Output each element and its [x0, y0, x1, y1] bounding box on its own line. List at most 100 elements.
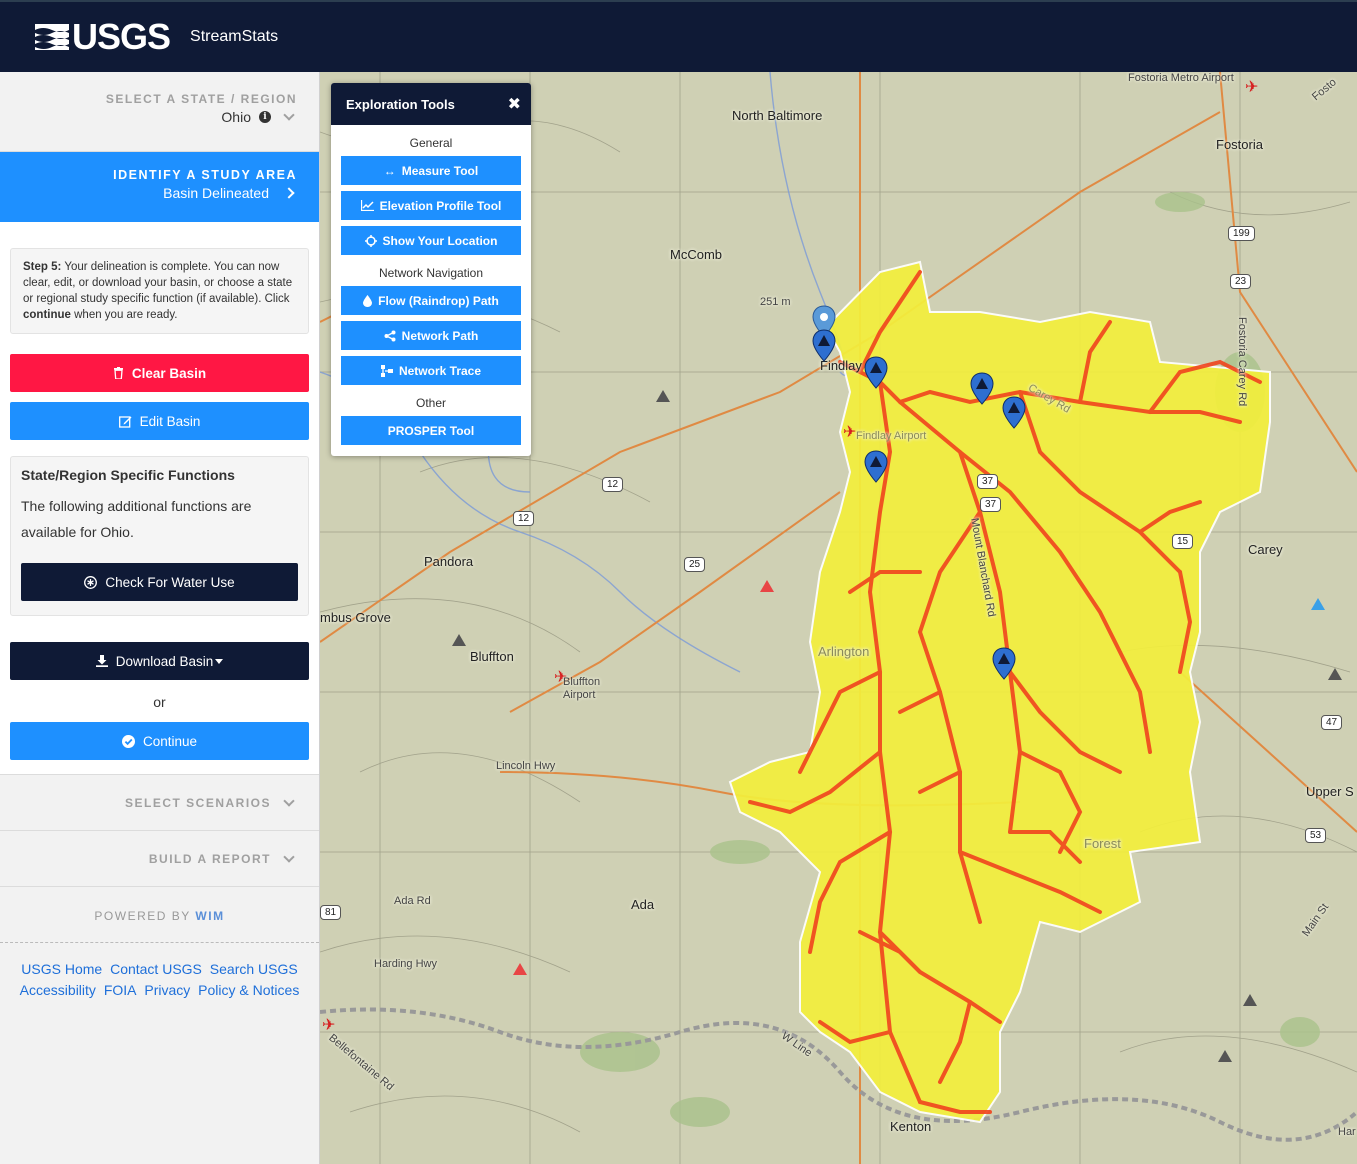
select-state-step[interactable]: SELECT A STATE / REGION Ohio i — [0, 72, 319, 152]
footer-link-search[interactable]: Search USGS — [210, 961, 298, 977]
network-trace-label: Network Trace — [398, 363, 482, 378]
usgs-wave-icon — [35, 24, 69, 50]
sitemap-icon — [380, 364, 393, 377]
sidebar: SELECT A STATE / REGION Ohio i IDENTIFY … — [0, 72, 320, 1164]
map-label-kenton: Kenton — [890, 1119, 932, 1134]
map-label-carey: Carey — [1248, 542, 1283, 557]
asterisk-icon — [84, 575, 98, 589]
chevron-down-icon — [283, 850, 295, 863]
raindrop-icon — [363, 294, 373, 307]
continue-button[interactable]: Continue — [10, 722, 309, 760]
select-scenarios-step[interactable]: SELECT SCENARIOS — [0, 774, 319, 830]
powered-by-text: POWERED BY — [94, 909, 191, 923]
elevation-profile-label: Elevation Profile Tool — [379, 198, 502, 213]
line-chart-icon — [360, 200, 374, 211]
tools-section-general: General — [409, 136, 453, 150]
map-label-bluffton: Bluffton — [470, 649, 514, 664]
footer-link-usgs-home[interactable]: USGS Home — [21, 961, 102, 977]
route-shield: 15 — [1172, 534, 1194, 549]
arrows-horizontal-icon: ↔ — [383, 163, 396, 178]
step-panel: Step 5: Your delineation is complete. Yo… — [0, 222, 319, 774]
clear-basin-label: Clear Basin — [131, 365, 207, 381]
route-shield: 12 — [602, 477, 624, 492]
or-separator: or — [153, 694, 166, 710]
flow-path-button[interactable]: Flow (Raindrop) Path — [341, 286, 521, 315]
network-path-label: Network Path — [401, 328, 479, 343]
footer-link-foia[interactable]: FOIA — [104, 982, 137, 998]
map-label-harding-hwy: Harding Hwy — [374, 958, 437, 970]
map-label-pandora: Pandora — [424, 554, 474, 569]
continue-label: Continue — [142, 733, 198, 749]
map-label-ada-rd: Ada Rd — [394, 895, 431, 907]
route-shield: 53 — [1305, 828, 1327, 843]
footer-link-policy[interactable]: Policy & Notices — [198, 982, 299, 998]
clear-basin-button[interactable]: Clear Basin — [10, 354, 309, 392]
check-water-use-button[interactable]: Check For Water Use — [21, 563, 298, 601]
gage-pin-icon[interactable] — [1001, 396, 1027, 430]
svg-text:✈: ✈ — [843, 422, 856, 441]
network-trace-button[interactable]: Network Trace — [341, 356, 521, 385]
map-label-columbus-grove: mbus Grove — [320, 610, 391, 625]
chevron-right-icon[interactable] — [283, 187, 295, 199]
chevron-down-icon — [283, 794, 295, 807]
footer-link-privacy[interactable]: Privacy — [144, 982, 190, 998]
gage-pin-icon[interactable] — [863, 450, 889, 484]
map-label-north-baltimore: North Baltimore — [732, 108, 823, 123]
download-icon — [95, 655, 108, 667]
prosper-tool-button[interactable]: PROSPER Tool — [341, 416, 521, 445]
tools-title: Exploration Tools — [346, 96, 455, 112]
elevation-profile-button[interactable]: Elevation Profile Tool — [341, 191, 521, 220]
route-shield: 199 — [1228, 226, 1255, 241]
wim-link[interactable]: WIM — [195, 909, 224, 923]
map-label-mccomb: McComb — [670, 247, 723, 262]
map-label-hardin: Har — [1338, 1126, 1356, 1138]
logo-text: USGS — [72, 16, 171, 57]
exploration-tools-panel: Exploration Tools ✖ General ↔ Measure To… — [331, 83, 531, 456]
identify-caption: IDENTIFY A STUDY AREA — [113, 168, 297, 182]
build-report-step[interactable]: BUILD A REPORT — [0, 830, 319, 886]
footer-link-contact[interactable]: Contact USGS — [110, 961, 202, 977]
download-basin-label: Download Basin — [115, 653, 214, 669]
measure-tool-button[interactable]: ↔ Measure Tool — [341, 156, 521, 185]
close-icon[interactable]: ✖ — [508, 94, 521, 114]
usgs-logo[interactable]: USGS — [35, 16, 171, 58]
selected-state: Ohio — [221, 109, 251, 125]
map-label-lincoln-hwy: Lincoln Hwy — [496, 760, 556, 772]
info-icon[interactable]: i — [259, 111, 271, 123]
download-basin-button[interactable]: Download Basin — [10, 642, 309, 680]
gage-pin-icon[interactable] — [863, 356, 889, 390]
prosper-tool-label: PROSPER Tool — [387, 423, 475, 438]
map-label-upper-s: Upper S — [1306, 784, 1354, 799]
svg-text:✈: ✈ — [1245, 77, 1258, 96]
tools-section-other: Other — [415, 396, 446, 410]
gage-pin-icon[interactable] — [811, 329, 837, 363]
edit-basin-button[interactable]: Edit Basin — [10, 402, 309, 440]
gage-pin-icon[interactable] — [969, 372, 995, 406]
select-scenarios-caption: SELECT SCENARIOS — [124, 795, 271, 810]
route-shield: 23 — [1230, 274, 1252, 289]
map-label-findlay-airport: Findlay Airport — [856, 430, 927, 442]
select-state-caption: SELECT A STATE / REGION — [105, 92, 297, 106]
caret-down-icon — [215, 658, 224, 664]
identify-study-area-step[interactable]: IDENTIFY A STUDY AREA Basin Delineated — [0, 152, 319, 222]
tools-section-network: Network Navigation — [378, 266, 484, 280]
functions-title: State/Region Specific Functions — [21, 467, 235, 483]
map-label-bluffton-airport: Bluffton Airport — [563, 676, 601, 701]
route-shield: 47 — [1321, 715, 1343, 730]
app-name[interactable]: StreamStats — [190, 28, 278, 46]
map-label-fostoria: Fostoria — [1216, 137, 1263, 152]
chevron-down-icon[interactable] — [283, 109, 295, 121]
map-label-arlington: Arlington — [818, 644, 870, 659]
show-location-button[interactable]: Show Your Location — [341, 226, 521, 255]
identify-status: Basin Delineated — [163, 185, 269, 201]
map-label-elevation: 251 m — [760, 296, 791, 308]
build-report-caption: BUILD A REPORT — [148, 851, 271, 866]
show-location-label: Show Your Location — [382, 233, 498, 248]
step5-instructions: Step 5: Your delineation is complete. Yo… — [10, 248, 309, 334]
gage-pin-icon[interactable] — [991, 647, 1017, 681]
step5-continue-word: continue — [23, 309, 71, 321]
trash-icon — [113, 367, 123, 379]
measure-tool-label: Measure Tool — [401, 163, 479, 178]
network-path-button[interactable]: Network Path — [341, 321, 521, 350]
footer-link-accessibility[interactable]: Accessibility — [20, 982, 96, 998]
